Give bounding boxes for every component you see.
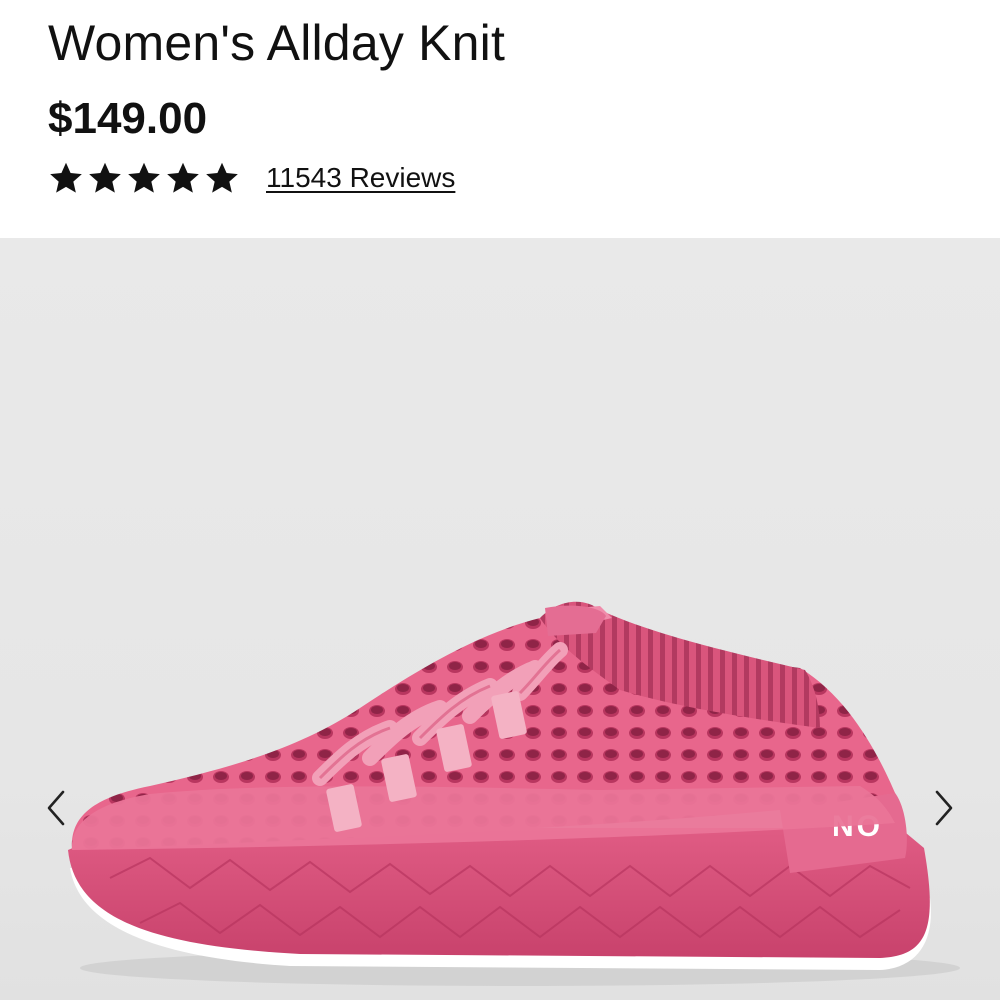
star-icon xyxy=(206,162,238,193)
reviews-link[interactable]: 11543 Reviews xyxy=(266,162,455,194)
star-icon xyxy=(89,162,121,193)
star-icon xyxy=(50,162,82,193)
product-header: Women's Allday Knit $149.00 11543 Review… xyxy=(0,0,1000,238)
star-icon xyxy=(167,162,199,193)
product-title: Women's Allday Knit xyxy=(48,15,506,71)
gallery-prev-button[interactable] xyxy=(38,778,74,838)
chevron-right-icon xyxy=(935,790,953,826)
star-rating xyxy=(48,160,240,196)
gallery-next-button[interactable] xyxy=(926,778,962,838)
product-price: $149.00 xyxy=(48,94,208,143)
star-icon xyxy=(128,162,160,193)
rating-row: 11543 Reviews xyxy=(48,156,455,200)
chevron-left-icon xyxy=(47,790,65,826)
product-image: NO xyxy=(68,601,960,986)
product-image-gallery: NO xyxy=(0,238,1000,1000)
